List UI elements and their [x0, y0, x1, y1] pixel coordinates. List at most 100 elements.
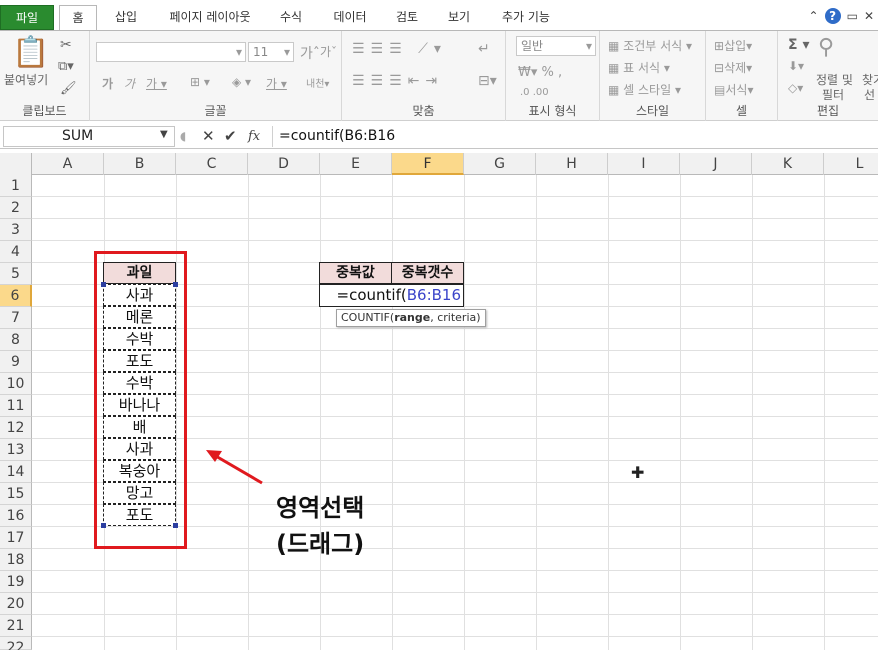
row-header[interactable]: 1 [0, 175, 32, 197]
font-name-box[interactable]: ▾ [96, 42, 246, 62]
column-header-e[interactable]: E [320, 153, 392, 175]
row-header[interactable]: 6 [0, 285, 32, 307]
paste-icon[interactable]: 📋 [12, 35, 49, 70]
dup-value-header-cell[interactable]: 중복값 [319, 262, 392, 284]
window-controls: ⌃? ▭ ✕ [803, 8, 874, 24]
clear-icon[interactable]: ◇▾ [788, 81, 803, 95]
row-header[interactable]: 8 [0, 329, 32, 351]
find-select-label-2[interactable]: 선 [864, 86, 875, 103]
italic-icon[interactable]: 가 [124, 75, 135, 92]
paste-button[interactable]: 붙여넣기 [4, 71, 48, 88]
sort-filter-label-2[interactable]: 필터 [822, 86, 844, 103]
row-header[interactable]: 9 [0, 351, 32, 373]
gridline [32, 614, 878, 615]
row-header[interactable]: 7 [0, 307, 32, 329]
tab-review[interactable]: 검토 [390, 5, 424, 31]
name-box[interactable]: SUM [3, 126, 175, 147]
column-header-k[interactable]: K [752, 153, 824, 175]
border-icon[interactable]: ⊞ ▾ [190, 75, 210, 89]
dup-count-header-cell[interactable]: 중복갯수 [391, 262, 464, 284]
row-header[interactable]: 5 [0, 263, 32, 285]
row-header[interactable]: 22 [0, 637, 32, 650]
gridline [32, 196, 878, 197]
tab-file[interactable]: 파일 [0, 5, 54, 30]
font-color-icon[interactable]: 가 ▾ [266, 75, 287, 92]
row-header[interactable]: 21 [0, 615, 32, 637]
column-header-g[interactable]: G [464, 153, 536, 175]
copy-icon[interactable]: ⧉▾ [58, 59, 74, 74]
sort-filter-icon[interactable]: ⚲ [818, 35, 834, 60]
format-painter-icon[interactable]: 🖌 [60, 81, 77, 96]
row-header[interactable]: 13 [0, 439, 32, 461]
font-size-box[interactable]: 11 ▾ [248, 42, 294, 62]
row-header[interactable]: 15 [0, 483, 32, 505]
enter-icon[interactable]: ✔ [224, 126, 237, 147]
underline-icon[interactable]: 가 ▾ [146, 75, 167, 92]
column-header-j[interactable]: J [680, 153, 752, 175]
row-header[interactable]: 11 [0, 395, 32, 417]
edit-formula-prefix: =countif( [336, 286, 407, 304]
formula-input[interactable]: =countif(B6:B16 [272, 126, 872, 147]
insert-function-icon[interactable]: fx [248, 126, 260, 147]
splitter-icon[interactable]: ◖ [180, 126, 186, 147]
row-header[interactable]: 18 [0, 549, 32, 571]
horizontal-align-icons[interactable]: ☰☰☰⇤⇥ [352, 73, 443, 89]
shrink-font-icon[interactable]: 가ˇ [320, 43, 337, 60]
row-header[interactable]: 16 [0, 505, 32, 527]
currency-icon[interactable]: ₩▾ % , [518, 65, 562, 80]
number-format-box[interactable]: 일반 ▾ [516, 36, 596, 56]
format-as-table-button[interactable]: ▦ 표 서식 ▾ [608, 59, 670, 76]
merge-center-icon[interactable]: ⊟▾ [478, 73, 497, 89]
tab-view[interactable]: 보기 [442, 5, 476, 31]
help-icon[interactable]: ? [824, 8, 841, 24]
autosum-icon[interactable]: Σ ▾ [788, 37, 809, 53]
row-header[interactable]: 3 [0, 219, 32, 241]
tab-data[interactable]: 데이터 [328, 5, 372, 31]
group-label-styles: 스타일 [635, 104, 670, 118]
column-header-i[interactable]: I [608, 153, 680, 175]
name-box-dropdown-icon[interactable]: ▼ [160, 129, 168, 140]
row-header[interactable]: 10 [0, 373, 32, 395]
tab-formulas[interactable]: 수식 [274, 5, 308, 31]
fill-color-icon[interactable]: ◈ ▾ [232, 75, 251, 89]
column-header-f[interactable]: F [392, 153, 464, 175]
active-edit-cell[interactable]: =countif(B6:B16 [319, 284, 464, 307]
ribbon-collapse-icon[interactable]: ⌃ [809, 9, 819, 23]
format-cells-button[interactable]: ▤서식▾ [714, 81, 753, 98]
column-header-d[interactable]: D [248, 153, 320, 175]
wrap-text-icon[interactable]: ↵ [478, 41, 490, 57]
row-header[interactable]: 19 [0, 571, 32, 593]
delete-cells-button[interactable]: ⊟삭제▾ [714, 59, 752, 76]
row-header[interactable]: 2 [0, 197, 32, 219]
cut-icon[interactable]: ✂ [60, 37, 72, 53]
tab-home[interactable]: 홈 [59, 5, 97, 32]
insert-cells-button[interactable]: ⊞삽입▾ [714, 37, 752, 54]
row-header[interactable]: 17 [0, 527, 32, 549]
column-header-a[interactable]: A [32, 153, 104, 175]
row-header[interactable]: 20 [0, 593, 32, 615]
decimal-icons[interactable]: .0 .00 [520, 87, 549, 98]
ribbon-home: 📋 붙여넣기 ✂ ⧉▾ 🖌 클립보드 ▾ 11 ▾ 가ˆ 가ˇ 가 가 가 ▾ ⊞… [0, 30, 878, 121]
grow-font-icon[interactable]: 가ˆ [300, 43, 320, 63]
column-header-l[interactable]: L [824, 153, 878, 175]
cell-styles-button[interactable]: ▦ 셀 스타일 ▾ [608, 81, 681, 98]
tab-page-layout[interactable]: 페이지 레이아웃 [160, 5, 260, 31]
fill-icon[interactable]: ⬇▾ [788, 59, 804, 73]
column-header-b[interactable]: B [104, 153, 176, 175]
conditional-format-button[interactable]: ▦ 조건부 서식 ▾ [608, 37, 692, 54]
cancel-icon[interactable]: ✕ [202, 126, 215, 147]
restore-icon[interactable]: ▭ [847, 9, 858, 23]
select-all-corner[interactable] [0, 153, 32, 175]
bold-icon[interactable]: 가 [102, 75, 113, 92]
phonetic-icon[interactable]: 내천▾ [306, 75, 329, 90]
function-tooltip[interactable]: COUNTIF(range, criteria) [336, 309, 486, 327]
tab-insert[interactable]: 삽입 [108, 5, 144, 31]
column-header-h[interactable]: H [536, 153, 608, 175]
vertical-align-icons[interactable]: ☰☰☰ ⟋▾ [352, 41, 447, 57]
row-header[interactable]: 12 [0, 417, 32, 439]
tab-addins[interactable]: 추가 기능 [494, 5, 558, 31]
row-header[interactable]: 4 [0, 241, 32, 263]
close-icon[interactable]: ✕ [864, 9, 874, 23]
row-header[interactable]: 14 [0, 461, 32, 483]
column-header-c[interactable]: C [176, 153, 248, 175]
